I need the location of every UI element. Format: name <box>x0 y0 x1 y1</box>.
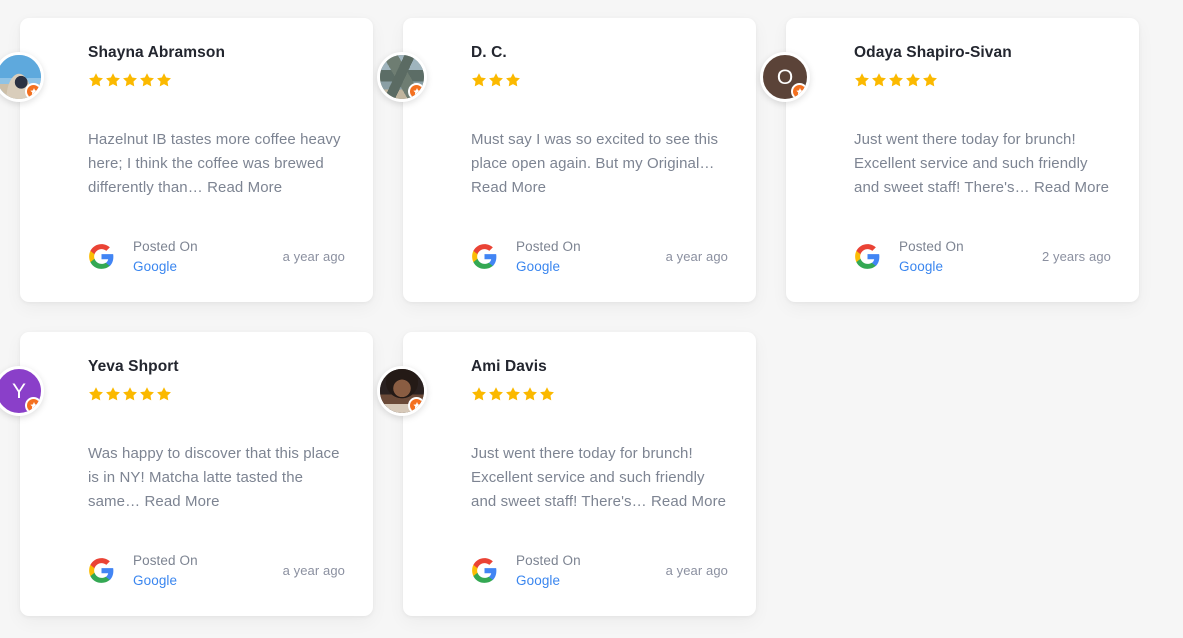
star-icon <box>871 72 887 88</box>
posted-on-block: Posted On Google <box>133 550 198 590</box>
posted-on-block: Posted On Google <box>133 236 198 276</box>
review-text: Must say I was so excited to see this pl… <box>471 128 730 217</box>
source-link[interactable]: Google <box>516 258 581 276</box>
google-logo-icon <box>471 243 498 270</box>
posted-on-label: Posted On <box>133 553 198 569</box>
review-text: Was happy to discover that this place is… <box>88 442 347 531</box>
review-age: a year ago <box>665 562 728 578</box>
star-icon <box>156 386 172 402</box>
star-icon <box>488 386 504 402</box>
star-icon <box>854 72 870 88</box>
review-footer: Posted On Google a year ago <box>88 550 347 590</box>
review-card-0[interactable]: Shayna Abramson Hazelnut IB tastes more … <box>0 18 373 302</box>
star-icon <box>122 386 138 402</box>
review-age: a year ago <box>282 248 345 264</box>
star-icon <box>922 72 938 88</box>
read-more-link[interactable]: Read More <box>207 179 282 196</box>
star-rating <box>471 386 730 402</box>
review-text: Just went there today for brunch! Excell… <box>471 442 730 531</box>
avatar <box>377 52 427 102</box>
review-age: 2 years ago <box>1041 248 1111 264</box>
review-footer: Posted On Google 2 years ago <box>854 236 1113 276</box>
star-icon <box>888 72 904 88</box>
read-more-link[interactable]: Read More <box>651 493 726 510</box>
source-link[interactable]: Google <box>516 572 581 590</box>
avatar: O <box>760 52 810 102</box>
review-text: Hazelnut IB tastes more coffee heavy her… <box>88 128 347 217</box>
star-rating <box>471 72 730 88</box>
avatar: Y <box>0 366 44 416</box>
star-icon <box>122 72 138 88</box>
reviewer-name: Odaya Shapiro-Sivan <box>854 44 1012 61</box>
star-icon <box>905 72 921 88</box>
reviewer-name: D. C. <box>471 44 507 61</box>
review-text: Just went there today for brunch! Excell… <box>854 128 1113 217</box>
star-icon <box>539 386 555 402</box>
source-link[interactable]: Google <box>133 258 198 276</box>
avatar-circle <box>377 52 427 102</box>
review-card-1[interactable]: D. C. Must say I was so excited to see t… <box>377 18 756 302</box>
avatar <box>0 52 44 102</box>
reviews-grid: Shayna Abramson Hazelnut IB tastes more … <box>0 18 1163 616</box>
star-icon <box>505 386 521 402</box>
verified-star-badge-icon <box>408 83 424 99</box>
star-icon <box>156 72 172 88</box>
star-icon <box>522 386 538 402</box>
verified-star-badge-icon <box>25 83 41 99</box>
reviewer-name: Ami Davis <box>471 358 547 375</box>
review-body: Must say I was so excited to see this pl… <box>471 130 719 172</box>
review-card-3[interactable]: Y Yeva Shport Was happy to discover that… <box>0 332 373 616</box>
star-icon <box>488 72 504 88</box>
avatar <box>377 366 427 416</box>
posted-on-block: Posted On Google <box>516 550 581 590</box>
posted-on-label: Posted On <box>899 239 964 255</box>
avatar-circle: O <box>760 52 810 102</box>
read-more-link[interactable]: Read More <box>144 493 219 510</box>
avatar-initial: Y <box>11 379 26 403</box>
posted-on-block: Posted On Google <box>899 236 964 276</box>
posted-on-label: Posted On <box>516 239 581 255</box>
review-card-2[interactable]: O Odaya Shapiro-Sivan Just went there to… <box>760 18 1139 302</box>
star-rating <box>88 72 347 88</box>
verified-star-badge-icon <box>791 83 807 99</box>
verified-star-badge-icon <box>408 397 424 413</box>
posted-on-label: Posted On <box>516 553 581 569</box>
star-rating <box>88 386 347 402</box>
review-footer: Posted On Google a year ago <box>471 550 730 590</box>
star-icon <box>139 386 155 402</box>
star-icon <box>88 72 104 88</box>
posted-on-label: Posted On <box>133 239 198 255</box>
reviewer-name: Yeva Shport <box>88 358 179 375</box>
source-link[interactable]: Google <box>133 572 198 590</box>
star-rating <box>854 72 1113 88</box>
star-icon <box>105 386 121 402</box>
read-more-link[interactable]: Read More <box>1034 179 1109 196</box>
avatar-circle <box>377 366 427 416</box>
google-logo-icon <box>854 243 881 270</box>
star-icon <box>139 72 155 88</box>
review-age: a year ago <box>282 562 345 578</box>
star-icon <box>471 386 487 402</box>
reviews-widget: Shayna Abramson Hazelnut IB tastes more … <box>0 0 1183 638</box>
google-logo-icon <box>88 557 115 584</box>
avatar-initial: O <box>776 65 794 89</box>
verified-star-badge-icon <box>25 397 41 413</box>
read-more-link[interactable]: Read More <box>471 179 546 196</box>
review-card-4[interactable]: Ami Davis Just went there today for brun… <box>377 332 756 616</box>
reviewer-name: Shayna Abramson <box>88 44 226 61</box>
star-icon <box>471 72 487 88</box>
review-footer: Posted On Google a year ago <box>88 236 347 276</box>
review-age: a year ago <box>665 248 728 264</box>
star-icon <box>105 72 121 88</box>
star-icon <box>88 386 104 402</box>
review-footer: Posted On Google a year ago <box>471 236 730 276</box>
google-logo-icon <box>471 557 498 584</box>
source-link[interactable]: Google <box>899 258 964 276</box>
star-icon <box>505 72 521 88</box>
avatar-circle <box>0 52 44 102</box>
google-logo-icon <box>88 243 115 270</box>
avatar-circle: Y <box>0 366 44 416</box>
posted-on-block: Posted On Google <box>516 236 581 276</box>
